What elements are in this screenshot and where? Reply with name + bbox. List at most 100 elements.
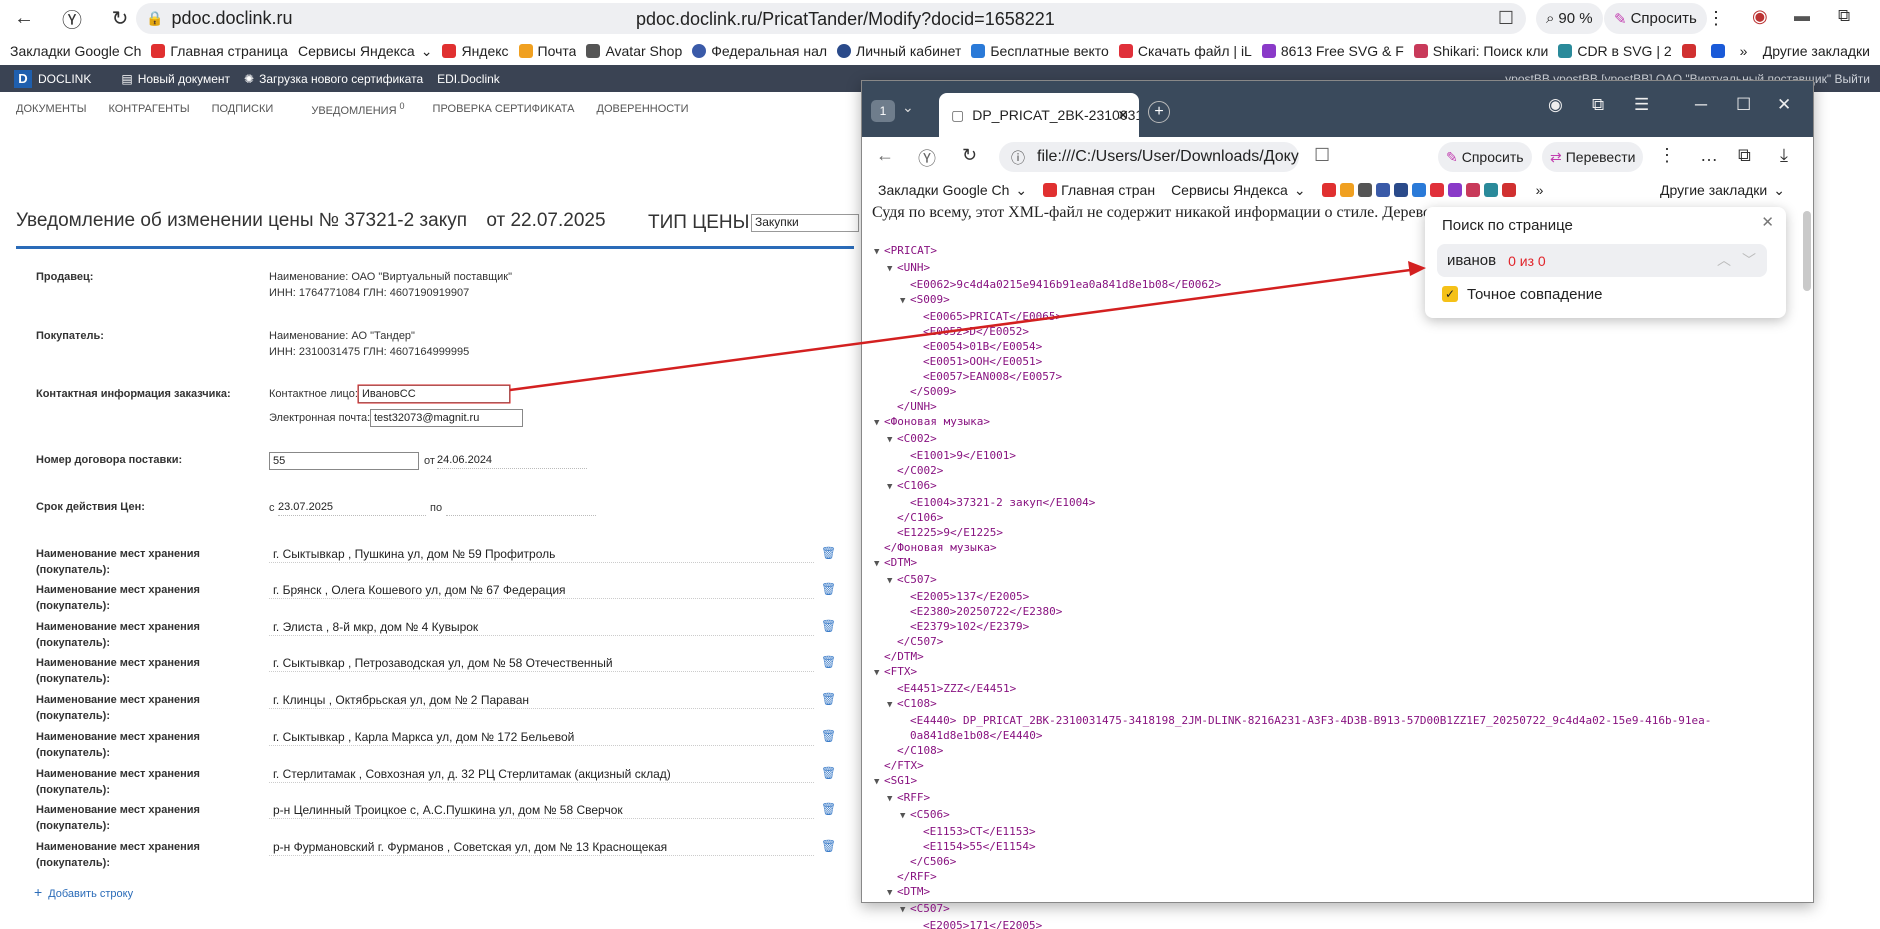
translate-button[interactable]: ⇄ Перевести [1542, 142, 1644, 172]
bookmark-item[interactable]: Avatar Shop [586, 43, 682, 59]
add-row-button[interactable]: + Добавить строку [34, 884, 133, 900]
storage-row-input[interactable]: г. Стерлитамак , Совхозная ул, д. 32 РЦ … [269, 765, 814, 783]
bookmark-item[interactable] [1681, 44, 1701, 58]
yandex-icon[interactable]: Ⓨ [918, 145, 936, 171]
chevron-down-icon[interactable]: ⌄ [902, 99, 914, 116]
storage-row-input[interactable]: р-н Фурмановский г. Фурманов , Советская… [269, 838, 814, 856]
minimize-icon[interactable]: ▬ [1794, 8, 1810, 26]
disclosure-triangle-icon[interactable]: ▼ [887, 574, 897, 589]
bookmark-item[interactable]: Закладки Google Ch ⌄ [878, 182, 1027, 199]
menu-dots-icon[interactable]: ⋮ [1707, 8, 1725, 29]
disclosure-triangle-icon[interactable]: ▼ [887, 698, 897, 713]
collections-icon[interactable]: ⧉ [1738, 145, 1751, 166]
validity-to-input[interactable] [446, 498, 596, 516]
popup-ask-button[interactable]: ✎ Спросить [1438, 142, 1532, 172]
disclosure-triangle-icon[interactable]: ▼ [887, 480, 897, 495]
reload-icon[interactable]: ↻ [962, 145, 977, 166]
yandex-icon[interactable]: Ⓨ [54, 1, 90, 37]
bookmark-item[interactable]: Скачать файл | iL [1118, 43, 1252, 59]
address-bar[interactable]: 🔒 pdoc.doclink.ru pdoc.doclink.ru/Pricat… [136, 3, 1526, 34]
trash-icon[interactable]: 🗑 [821, 802, 836, 816]
avatar-icon[interactable]: ◉ [1752, 6, 1768, 27]
new-tab-icon[interactable]: + [1148, 101, 1170, 123]
disclosure-triangle-icon[interactable]: ▼ [874, 775, 884, 790]
bookmarks-overflow[interactable]: » [1740, 43, 1748, 59]
contact-email-input[interactable]: test32073@magnit.ru [370, 409, 523, 427]
storage-row-input[interactable]: г. Сыктывкар , Карла Маркса ул, дом № 17… [269, 728, 814, 746]
bookmarks-overflow[interactable]: » [1536, 182, 1544, 198]
bookmark-item[interactable]: Бесплатные векто [971, 43, 1109, 59]
bookmark-item[interactable]: Сервисы Яндекса ⌄ [1171, 182, 1306, 199]
reload-icon[interactable]: ↻ [102, 1, 138, 37]
contact-person-input[interactable]: ИвановСС [358, 385, 510, 403]
menu-icon[interactable]: ☰ [1634, 95, 1649, 115]
disclosure-triangle-icon[interactable]: ▼ [874, 557, 884, 572]
bookmark-item[interactable]: Федеральная нал [692, 43, 827, 59]
tab-count-badge[interactable]: 1 [871, 100, 895, 122]
disclosure-triangle-icon[interactable]: ▼ [874, 245, 884, 260]
scrollbar[interactable] [1803, 211, 1811, 291]
storage-row-input[interactable]: г. Брянск , Олега Кошевого ул, дом № 67 … [269, 581, 814, 599]
chevron-up-icon[interactable]: ︿ [1717, 250, 1731, 270]
profile-icon[interactable]: ◉ [1548, 95, 1563, 115]
storage-row-input[interactable]: р-н Целинный Троицкое с, А.С.Пушкина ул,… [269, 801, 814, 819]
trash-icon[interactable]: 🗑 [821, 729, 836, 743]
disclosure-triangle-icon[interactable]: ▼ [887, 433, 897, 448]
bookmark-item[interactable] [1321, 183, 1520, 197]
zoom-button[interactable]: ⌕ 90 % [1536, 3, 1603, 34]
storage-row-input[interactable]: г. Элиста , 8-й мкр, дом № 4 Кувырок [269, 618, 814, 636]
ellipsis-icon[interactable]: … [1700, 145, 1718, 166]
collections-icon[interactable]: ⧉ [1838, 6, 1850, 26]
menu-signatures[interactable]: Подписки [212, 103, 274, 115]
bookmark-icon[interactable]: ☐ [1498, 8, 1514, 29]
bookmark-item[interactable]: Главная страница [151, 43, 288, 59]
bookmark-item[interactable]: Shikari: Поиск кли [1413, 43, 1548, 59]
bookmark-item[interactable]: CDR в SVG | 2 [1558, 43, 1672, 59]
disclosure-triangle-icon[interactable]: ▼ [900, 903, 910, 918]
chevron-down-icon[interactable]: ﹀ [1742, 250, 1756, 270]
trash-icon[interactable]: 🗑 [821, 582, 836, 596]
downloads-icon[interactable]: ⤓ [1780, 145, 1788, 166]
bookmark-icon[interactable]: ☐ [1314, 145, 1330, 166]
bookmark-item[interactable]: Закладки Google Ch [10, 43, 141, 59]
disclosure-triangle-icon[interactable]: ▼ [874, 416, 884, 431]
back-icon[interactable]: ← [6, 1, 42, 37]
bookmark-item[interactable]: Главная стран [1043, 182, 1155, 198]
menu-notifications[interactable]: Уведомления 0 [295, 101, 404, 117]
app-logo-text[interactable]: DOCLINK [38, 72, 91, 86]
validity-from-input[interactable]: 23.07.2025 [278, 498, 426, 516]
other-bookmarks[interactable]: Другие закладки ⌄ [1660, 182, 1785, 199]
bookmark-item[interactable]: 8613 Free SVG & F [1261, 43, 1404, 59]
storage-row-input[interactable]: г. Сыктывкар , Петрозаводская ул, дом № … [269, 654, 814, 672]
trash-icon[interactable]: 🗑 [821, 839, 836, 853]
close-icon[interactable]: ✕ [1761, 213, 1774, 231]
bookmark-item[interactable]: Сервисы Яндекса ⌄ [298, 43, 433, 60]
cert-upload-link[interactable]: ✺ Загрузка нового сертификата [244, 72, 423, 86]
disclosure-triangle-icon[interactable]: ▼ [900, 294, 910, 309]
more-icon[interactable]: ⋮ [1658, 145, 1676, 166]
disclosure-triangle-icon[interactable]: ▼ [887, 886, 897, 901]
maximize-icon[interactable]: ☐ [1736, 95, 1751, 115]
trash-icon[interactable]: 🗑 [821, 692, 836, 706]
trash-icon[interactable]: 🗑 [821, 619, 836, 633]
popup-address-bar[interactable]: ⓘ file:///C:/Users/User/Downloads/Докуме… [999, 142, 1299, 172]
contract-number-input[interactable]: 55 [269, 452, 419, 470]
tab-xml-file[interactable]: ▢ DP_PRICAT_2BK-2310031475 ✕ [939, 93, 1139, 137]
back-icon[interactable]: ← [876, 145, 894, 166]
minimize-icon[interactable]: ─ [1695, 95, 1707, 115]
disclosure-triangle-icon[interactable]: ▼ [874, 666, 884, 681]
disclosure-triangle-icon[interactable]: ▼ [900, 809, 910, 824]
storage-row-input[interactable]: г. Клинцы , Октябрьская ул, дом № 2 Пара… [269, 691, 814, 709]
menu-powers[interactable]: Доверенности [597, 103, 689, 115]
contract-date-input[interactable]: 24.06.2024 [437, 451, 587, 469]
menu-documents[interactable]: Документы [16, 103, 86, 115]
new-document-link[interactable]: ▤ Новый документ [121, 72, 230, 86]
bookmark-item[interactable] [1710, 44, 1730, 58]
other-bookmarks[interactable]: Другие закладки [1763, 43, 1870, 59]
menu-contractors[interactable]: Контрагенты [108, 103, 189, 115]
find-input[interactable]: иванов 0 из 0 ︿ ﹀ [1437, 244, 1767, 277]
trash-icon[interactable]: 🗑 [821, 766, 836, 780]
ask-button[interactable]: ✎ Спросить [1604, 3, 1707, 34]
trash-icon[interactable]: 🗑 [821, 546, 836, 560]
trash-icon[interactable]: 🗑 [821, 655, 836, 669]
